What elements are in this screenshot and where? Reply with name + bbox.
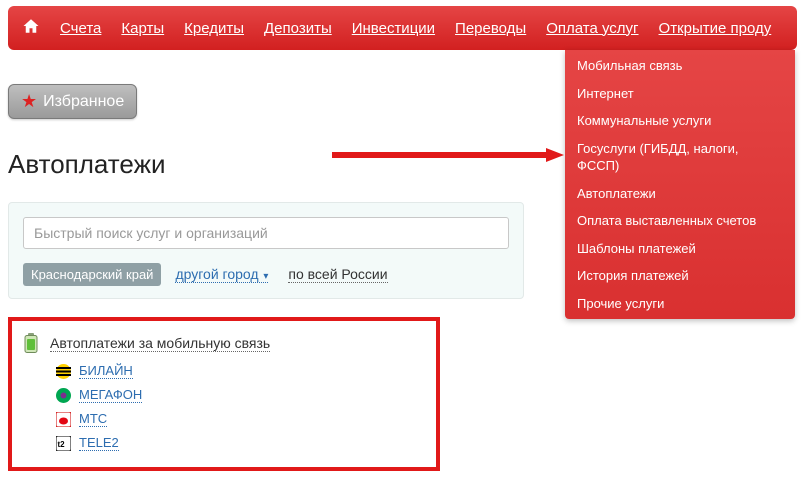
providers-panel: Автоплатежи за мобильную связь БИЛАЙН МЕ… — [8, 317, 440, 471]
home-icon[interactable] — [22, 17, 40, 40]
nav-invest[interactable]: Инвестиции — [352, 20, 435, 37]
mts-icon — [56, 412, 71, 427]
region-badge: Краснодарский край — [23, 263, 161, 286]
region-row: Краснодарский край другой город ▾ по все… — [23, 263, 509, 286]
provider-group-head: Автоплатежи за мобильную связь — [24, 333, 424, 353]
provider-item-beeline: БИЛАЙН — [56, 363, 424, 379]
dd-item-mobile[interactable]: Мобильная связь — [565, 52, 795, 80]
megafon-icon — [56, 388, 71, 403]
provider-list: БИЛАЙН МЕГАФОН МТС — [24, 363, 424, 451]
provider-group-title[interactable]: Автоплатежи за мобильную связь — [50, 335, 270, 352]
nav-open-prod[interactable]: Открытие проду — [659, 20, 772, 37]
tele2-icon: t2 — [56, 436, 71, 451]
favorites-label: Избранное — [43, 93, 124, 111]
dd-item-history[interactable]: История платежей — [565, 262, 795, 290]
dd-item-autopay[interactable]: Автоплатежи — [565, 180, 795, 208]
battery-icon — [24, 333, 40, 353]
chevron-down-icon: ▾ — [261, 271, 269, 282]
favorites-button[interactable]: ★ Избранное — [8, 84, 137, 119]
all-russia-link[interactable]: по всей России — [288, 266, 387, 283]
another-city-link[interactable]: другой город ▾ — [175, 266, 268, 283]
provider-item-megafon: МЕГАФОН — [56, 387, 424, 403]
dd-item-bills[interactable]: Оплата выставленных счетов — [565, 207, 795, 235]
beeline-icon — [56, 364, 71, 379]
dd-item-gosuslugi[interactable]: Госуслуги (ГИБДД, налоги, ФССП) — [565, 135, 795, 180]
pay-services-dropdown: Мобильная связь Интернет Коммунальные ус… — [565, 50, 795, 319]
svg-text:t2: t2 — [58, 440, 66, 449]
nav-credits[interactable]: Кредиты — [184, 20, 244, 37]
provider-link[interactable]: TELE2 — [79, 435, 119, 451]
dd-item-other[interactable]: Прочие услуги — [565, 290, 795, 318]
nav-deposits[interactable]: Депозиты — [264, 20, 332, 37]
top-nav: Счета Карты Кредиты Депозиты Инвестиции … — [8, 6, 797, 50]
dd-item-templates[interactable]: Шаблоны платежей — [565, 235, 795, 263]
filter-block: Краснодарский край другой город ▾ по все… — [8, 202, 524, 299]
dd-item-internet[interactable]: Интернет — [565, 80, 795, 108]
nav-pay[interactable]: Оплата услуг — [546, 20, 638, 37]
star-icon: ★ — [21, 91, 37, 112]
nav-transfers[interactable]: Переводы — [455, 20, 526, 37]
provider-link[interactable]: БИЛАЙН — [79, 363, 133, 379]
search-input[interactable] — [23, 217, 509, 249]
nav-cards[interactable]: Карты — [121, 20, 164, 37]
dd-item-utilities[interactable]: Коммунальные услуги — [565, 107, 795, 135]
provider-link[interactable]: МТС — [79, 411, 107, 427]
provider-link[interactable]: МЕГАФОН — [79, 387, 142, 403]
provider-item-mts: МТС — [56, 411, 424, 427]
nav-accounts[interactable]: Счета — [60, 20, 101, 37]
another-city-label: другой город — [175, 266, 258, 282]
provider-item-tele2: t2 TELE2 — [56, 435, 424, 451]
